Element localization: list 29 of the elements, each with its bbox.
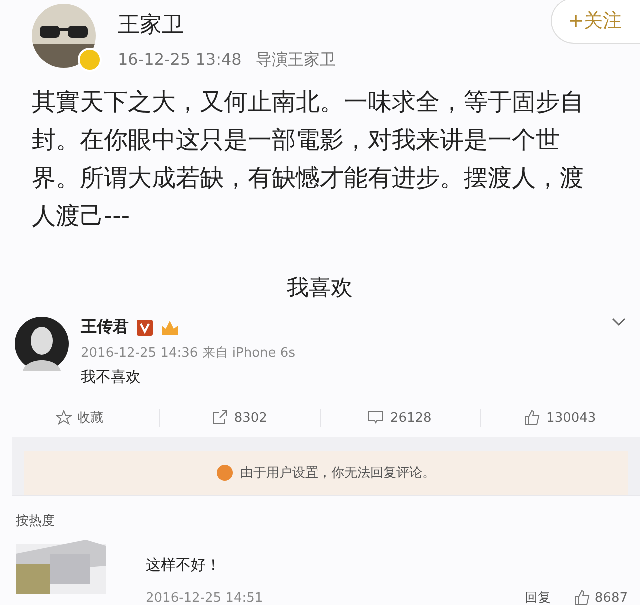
- comment-time: 2016-12-25 14:36 来自 iPhone 6s: [81, 345, 296, 362]
- sort-label[interactable]: 按热度: [16, 514, 55, 529]
- like-icon: [524, 410, 541, 426]
- post-text: 其實天下之大，又何止南北。一味求全，等于固步自封。在你眼中这只是一部電影，对我来讲是一个世界。所谓大成若缺，有缺憾才能有进步。摆渡人，渡人渡己---: [32, 87, 585, 232]
- star-button[interactable]: 收藏: [0, 408, 160, 428]
- star-icon: [56, 410, 72, 426]
- share-button[interactable]: 8302: [159, 409, 320, 427]
- caption-text: 我喜欢: [287, 276, 353, 301]
- post-source: 导演王家卫: [256, 50, 336, 71]
- notice-text: 由于用户设置，你无法回复评论。: [240, 465, 436, 482]
- chevron-down-icon[interactable]: [612, 317, 626, 327]
- follow-button[interactable]: +关注: [551, 0, 640, 44]
- like-button[interactable]: 130043: [480, 409, 640, 427]
- comment-icon: [368, 410, 384, 426]
- comment-text: 这样不好！: [146, 556, 222, 575]
- comment-text: 我不喜欢: [81, 368, 142, 387]
- avatar-icon: [15, 317, 69, 371]
- comment-button[interactable]: 26128: [320, 409, 480, 427]
- comment-time: 2016-12-25 14:51: [146, 590, 264, 605]
- reply-link[interactable]: 回复: [524, 589, 551, 605]
- vip-icon: [137, 320, 153, 336]
- author-name: 王家卫: [118, 12, 185, 40]
- like-icon: [574, 590, 591, 605]
- post-time: 16-12-25 13:48: [118, 50, 242, 71]
- warning-icon: [216, 465, 232, 481]
- share-icon: [212, 410, 228, 426]
- crown-icon: [161, 320, 179, 336]
- like-button[interactable]: 8687: [574, 590, 628, 605]
- commenter-name: 王传君: [81, 317, 129, 338]
